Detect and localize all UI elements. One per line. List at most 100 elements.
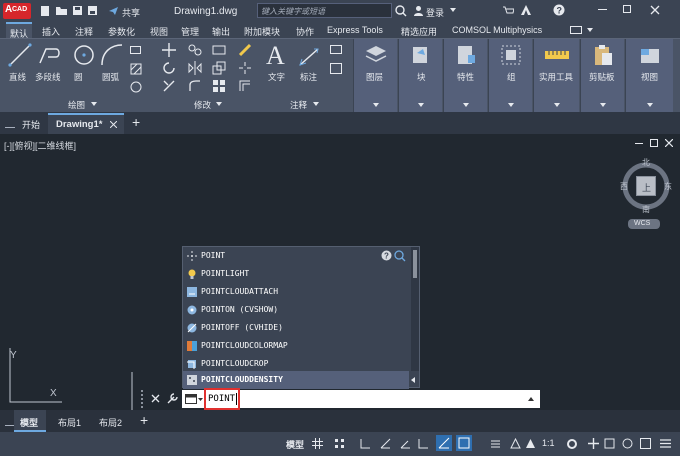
search-box[interactable]: 键入关键字或短语: [257, 3, 392, 18]
tab-addins[interactable]: 附加模块: [244, 25, 280, 38]
gradient-icon[interactable]: [130, 81, 142, 93]
close-icon[interactable]: [665, 139, 673, 147]
close-icon[interactable]: [151, 394, 160, 403]
wcs-menu[interactable]: WCS: [628, 219, 660, 229]
grid-icon[interactable]: [312, 438, 323, 449]
text-tool-label[interactable]: 文字: [268, 71, 285, 83]
viewport-controls-label[interactable]: [-][俯视][二维线框]: [4, 139, 76, 152]
copy-icon[interactable]: [188, 43, 202, 57]
autocomplete-item-selected[interactable]: POINTCLOUDDENSITY: [183, 371, 415, 389]
start-tab[interactable]: 开始: [22, 118, 40, 131]
user-icon[interactable]: [413, 5, 424, 16]
chevron-down-icon[interactable]: [198, 398, 203, 402]
viewport-restore-icon[interactable]: [650, 139, 658, 147]
hardware-accel-icon[interactable]: [604, 438, 615, 449]
block-button[interactable]: 块: [398, 39, 442, 113]
help-circle-icon[interactable]: ?: [553, 4, 565, 16]
trim-icon[interactable]: [162, 79, 176, 93]
scale-icon[interactable]: [212, 61, 226, 75]
viewcube-top-face[interactable]: 上: [636, 176, 656, 196]
erase-icon[interactable]: [238, 43, 252, 57]
rotate-icon[interactable]: [162, 61, 176, 75]
annotation-panel-title[interactable]: 注释: [290, 99, 307, 111]
tab-annotate[interactable]: 注释: [75, 25, 93, 38]
command-prompt-icon[interactable]: [185, 394, 197, 404]
save-as-icon[interactable]: [87, 5, 98, 16]
group-button[interactable]: 组: [488, 39, 532, 113]
viewcube[interactable]: 北 南 西 东 上: [620, 157, 672, 215]
tab-view[interactable]: 视图: [150, 25, 168, 38]
autocomplete-item[interactable]: POINTCLOUDCOLORMAP: [183, 337, 409, 355]
new-file-icon[interactable]: [40, 5, 50, 17]
customize-wrench-icon[interactable]: [167, 393, 178, 404]
search-icon[interactable]: [395, 5, 407, 17]
utilities-button[interactable]: 实用工具: [533, 39, 579, 113]
object-snap-toggle[interactable]: [456, 435, 472, 451]
dimension-icon[interactable]: [298, 45, 322, 67]
fillet-icon[interactable]: [188, 79, 202, 93]
chevron-down-icon[interactable]: [91, 102, 97, 107]
web-search-icon[interactable]: [394, 250, 406, 262]
layers-button[interactable]: 图层: [353, 39, 397, 113]
tab-express-tools[interactable]: Express Tools: [327, 25, 383, 35]
text-tool-icon[interactable]: A: [266, 41, 285, 71]
annotation-scale-icon[interactable]: [525, 438, 536, 449]
compass-south[interactable]: 南: [642, 204, 650, 215]
chevron-down-icon[interactable]: [216, 102, 222, 107]
autocomplete-item[interactable]: POINT: [183, 247, 409, 265]
tab-layout2[interactable]: 布局2: [99, 416, 122, 429]
drawing-tab[interactable]: Drawing1*: [48, 113, 124, 134]
clipboard-button[interactable]: 剪贴板: [580, 39, 624, 113]
chevron-down-icon[interactable]: [450, 8, 456, 13]
fullscreen-icon[interactable]: [640, 438, 651, 449]
scrollbar-thumb[interactable]: [413, 250, 417, 278]
modify-panel-title[interactable]: 修改: [194, 99, 211, 111]
properties-button[interactable]: 特性: [443, 39, 487, 113]
customize-menu-icon[interactable]: [660, 438, 671, 449]
snap-icon[interactable]: [334, 438, 345, 449]
chevron-left-icon[interactable]: [411, 377, 415, 383]
compass-north[interactable]: 北: [642, 157, 650, 168]
object-snap-tracking-toggle[interactable]: [436, 435, 452, 451]
annotation-scale-value[interactable]: 1:1: [542, 438, 555, 448]
compass-west[interactable]: 西: [620, 181, 628, 192]
chevron-down-icon[interactable]: [313, 102, 319, 107]
ribbon-toggle-icon[interactable]: [570, 26, 582, 34]
mirror-icon[interactable]: [188, 61, 202, 75]
model-space-toggle[interactable]: 模型: [286, 438, 304, 451]
open-folder-icon[interactable]: [55, 5, 68, 16]
draw-panel-title[interactable]: 绘图: [68, 99, 85, 111]
circle-icon[interactable]: [72, 43, 96, 67]
chevron-up-icon[interactable]: [528, 397, 534, 401]
command-input[interactable]: POINT: [204, 388, 240, 410]
command-line-grip[interactable]: [141, 390, 145, 408]
rectangle-icon[interactable]: [130, 46, 141, 54]
move-icon[interactable]: [162, 43, 176, 57]
isodraft-icon[interactable]: [418, 438, 429, 449]
tab-model[interactable]: 模型: [14, 410, 46, 432]
app-logo[interactable]: CAD A: [3, 3, 31, 19]
close-icon[interactable]: [650, 5, 660, 15]
minimize-icon[interactable]: [598, 9, 607, 10]
share-icon[interactable]: [108, 5, 119, 16]
array-icon[interactable]: [212, 79, 226, 93]
explode-icon[interactable]: [238, 61, 252, 75]
annotation-visibility-icon[interactable]: [510, 438, 521, 449]
autocomplete-scrollbar[interactable]: [411, 247, 419, 371]
restore-icon[interactable]: [623, 5, 631, 13]
help-icon[interactable]: ?: [381, 250, 392, 261]
arc-tool-label[interactable]: 圆弧: [102, 71, 119, 83]
share-label[interactable]: 共享: [122, 6, 140, 19]
chevron-down-icon[interactable]: [587, 28, 593, 33]
polar-icon[interactable]: [400, 438, 411, 449]
autocomplete-item[interactable]: POINTCLOUDATTACH: [183, 283, 409, 301]
autocomplete-item[interactable]: POINTOFF (CVHIDE): [183, 319, 409, 337]
new-layout-button[interactable]: +: [140, 412, 148, 428]
ortho-icon[interactable]: [380, 438, 391, 449]
dimension-tool-label[interactable]: 标注: [300, 71, 317, 83]
circle-tool-label[interactable]: 圆: [74, 71, 83, 83]
view-button[interactable]: 视图: [625, 39, 673, 113]
isolate-objects-icon[interactable]: [622, 438, 633, 449]
command-line[interactable]: POINT: [182, 388, 540, 410]
hatch-icon[interactable]: [130, 63, 142, 75]
